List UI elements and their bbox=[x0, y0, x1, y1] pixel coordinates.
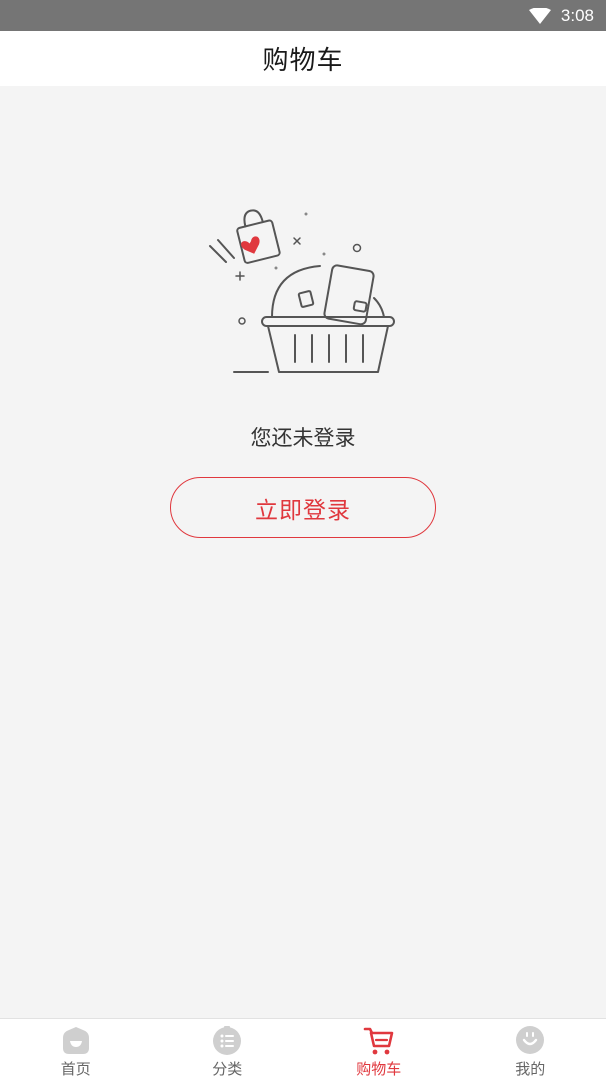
tab-profile-label: 我的 bbox=[515, 1060, 546, 1078]
category-icon bbox=[213, 1026, 242, 1055]
tab-category-label: 分类 bbox=[212, 1060, 243, 1078]
empty-basket-illustration bbox=[209, 209, 395, 373]
status-bar: 3:08 bbox=[0, 0, 606, 31]
home-icon bbox=[62, 1027, 89, 1054]
tab-profile[interactable]: 我的 bbox=[455, 1019, 606, 1080]
tab-cart[interactable]: 购物车 bbox=[303, 1019, 455, 1080]
page-title: 购物车 bbox=[262, 46, 344, 76]
bottom-tab-bar: 首页 分类 购物车 我的 bbox=[0, 1018, 606, 1080]
status-time: 3:08 bbox=[560, 5, 594, 25]
profile-icon bbox=[516, 1026, 545, 1054]
tab-category[interactable]: 分类 bbox=[152, 1019, 304, 1080]
tab-home-label: 首页 bbox=[60, 1060, 91, 1078]
cart-icon bbox=[363, 1027, 394, 1055]
login-button[interactable]: 立即登录 bbox=[170, 477, 436, 538]
tab-home[interactable]: 首页 bbox=[0, 1019, 152, 1080]
title-bar: 购物车 bbox=[0, 31, 606, 86]
tab-cart-label: 购物车 bbox=[356, 1060, 402, 1078]
empty-state-message: 您还未登录 bbox=[250, 426, 356, 450]
wifi-icon bbox=[528, 7, 551, 24]
